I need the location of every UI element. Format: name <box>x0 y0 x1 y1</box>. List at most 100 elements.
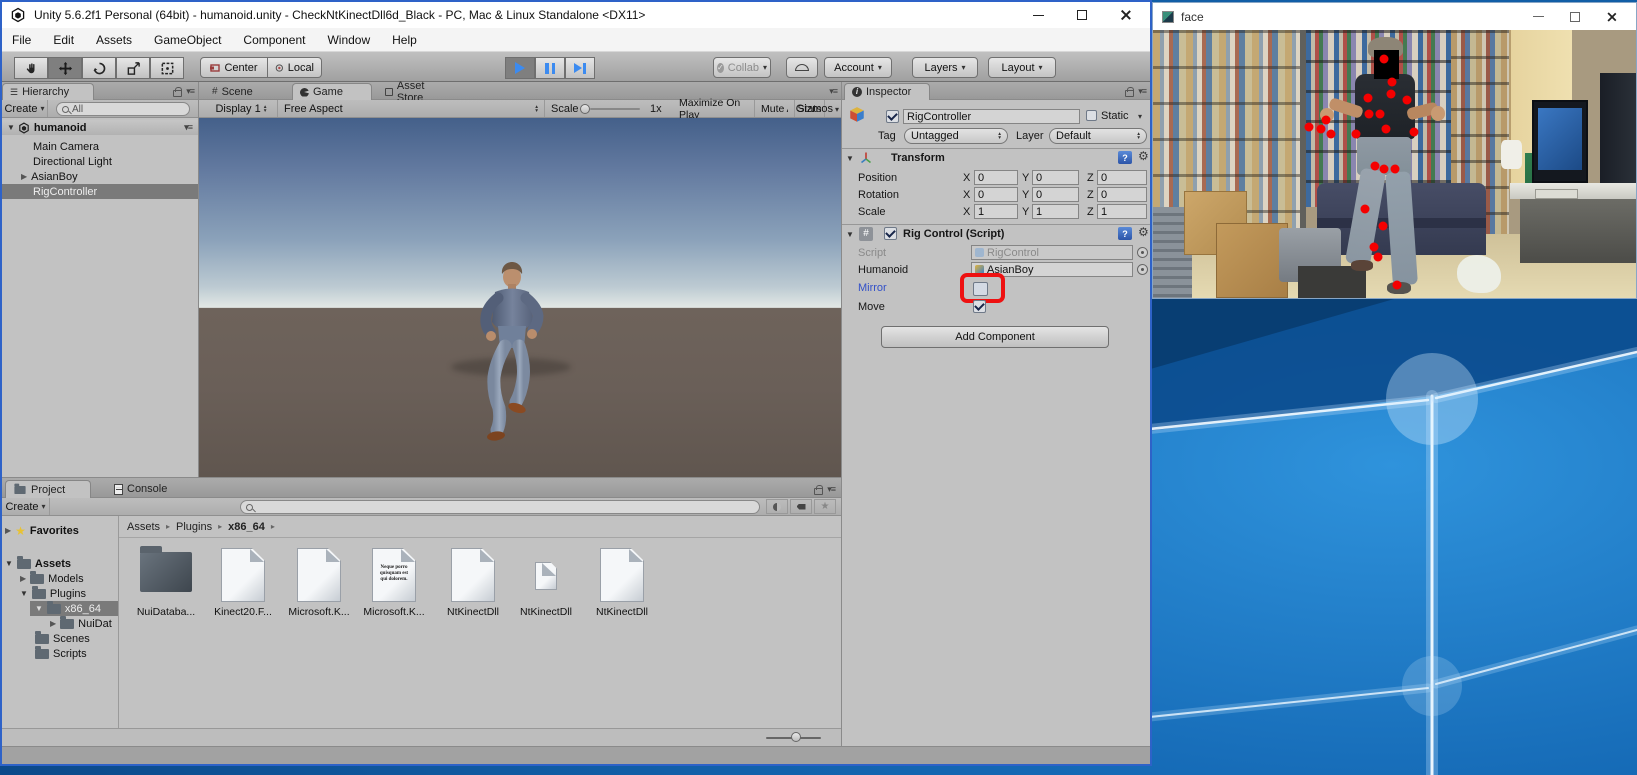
inspector-panel-menu[interactable]: ▾≡ <box>1125 86 1146 97</box>
scene-foldout-icon[interactable]: ▼ <box>7 123 15 132</box>
cloud-button[interactable] <box>786 57 818 78</box>
menu-window[interactable]: Window <box>327 33 370 47</box>
tab-project[interactable]: Project <box>5 480 91 498</box>
project-search-input[interactable] <box>240 500 760 514</box>
gear-icon[interactable]: ⚙ <box>1138 149 1149 163</box>
unity-maximize-button[interactable] <box>1060 2 1104 28</box>
scale-slider-knob[interactable] <box>580 104 590 114</box>
game-panel-menu[interactable]: ▾≡ <box>829 86 837 97</box>
humanoid-object-picker[interactable] <box>1137 264 1148 275</box>
scale-y-field[interactable]: 1 <box>1032 204 1079 219</box>
add-component-button[interactable]: Add Component <box>881 326 1109 348</box>
pause-button[interactable] <box>535 57 565 79</box>
hierarchy-item-rigcontroller[interactable]: RigController <box>2 184 198 199</box>
asset-ntkinectdll-file-3[interactable]: NtKinectDll <box>585 548 659 618</box>
hierarchy-item-directional-light[interactable]: Directional Light <box>2 154 198 169</box>
scale-x-field[interactable]: 1 <box>974 204 1018 219</box>
search-by-label-button[interactable] <box>790 499 812 514</box>
hand-tool-button[interactable] <box>14 57 48 79</box>
foldout-icon[interactable]: ▼ <box>5 559 13 568</box>
asset-nuidatabase-folder[interactable]: NuiDataba... <box>129 548 203 618</box>
step-button[interactable] <box>565 57 595 79</box>
move-tool-button[interactable] <box>48 57 82 79</box>
tree-models[interactable]: ▶ Models <box>20 571 84 586</box>
rotate-tool-button[interactable] <box>82 57 116 79</box>
static-dropdown-arrow[interactable]: ▾ <box>1138 112 1142 121</box>
breadcrumb-x86-64[interactable]: x86_64 <box>228 521 265 533</box>
scale-z-field[interactable]: 1 <box>1097 204 1147 219</box>
layers-dropdown[interactable]: Layers ▾ <box>912 57 978 78</box>
gear-icon[interactable]: ⚙ <box>1138 225 1149 239</box>
tree-nuidatabase[interactable]: ▶ NuiDat <box>50 616 112 631</box>
face-minimize-button[interactable] <box>1523 3 1553 30</box>
project-create-button[interactable]: Create ▾ <box>2 498 50 515</box>
menu-gameobject[interactable]: GameObject <box>154 33 221 47</box>
tab-inspector[interactable]: i Inspector <box>844 83 930 100</box>
rect-tool-button[interactable] <box>150 57 184 79</box>
asset-ntkinectdll-file-2[interactable]: NtKinectDll <box>509 548 583 618</box>
asset-microsoft-k-file-1[interactable]: Microsoft.K... <box>282 548 356 618</box>
pivot-toggle-button[interactable]: Center <box>200 57 268 78</box>
script-field[interactable]: RigControl <box>971 245 1133 260</box>
hierarchy-search-input[interactable]: All <box>56 102 190 116</box>
tree-x86-64[interactable]: ▼ x86_64 <box>35 601 101 616</box>
layer-dropdown[interactable]: Default ▴▾ <box>1049 128 1147 144</box>
thumbnail-size-slider-knob[interactable] <box>791 732 801 742</box>
tab-game[interactable]: Game <box>292 83 372 100</box>
gizmos-button[interactable]: Gizmos ▾ <box>796 101 839 117</box>
save-search-button[interactable]: ★ <box>814 499 836 514</box>
tab-console[interactable]: Console <box>107 480 181 498</box>
help-icon[interactable]: ? <box>1118 151 1132 164</box>
face-close-button[interactable] <box>1597 3 1627 30</box>
position-z-field[interactable]: 0 <box>1097 170 1147 185</box>
asset-microsoft-k-file-2[interactable]: Neque porro quisquam est qui dolorem. Mi… <box>357 548 431 618</box>
tab-hierarchy[interactable]: ☰ Hierarchy <box>2 83 94 100</box>
layout-dropdown[interactable]: Layout ▾ <box>988 57 1056 78</box>
menu-component[interactable]: Component <box>243 33 305 47</box>
mute-audio-toggle[interactable]: Mute Audio <box>755 100 795 117</box>
face-maximize-button[interactable] <box>1560 3 1590 30</box>
aspect-dropdown[interactable]: Free Aspect ▴▾ <box>278 100 545 117</box>
foldout-icon[interactable]: ▶ <box>5 526 11 535</box>
rig-control-foldout[interactable]: ▼ <box>846 230 854 239</box>
asset-ntkinectdll-file-1[interactable]: NtKinectDll <box>436 548 510 618</box>
account-dropdown[interactable]: Account ▾ <box>824 57 892 78</box>
transform-foldout[interactable]: ▼ <box>846 154 854 163</box>
project-panel-menu[interactable]: ▾≡ <box>814 484 835 495</box>
hierarchy-item-asianboy[interactable]: ▶ AsianBoy <box>2 169 198 184</box>
hierarchy-item-main-camera[interactable]: Main Camera <box>2 139 198 154</box>
tree-scripts[interactable]: Scripts <box>35 646 87 661</box>
rotation-z-field[interactable]: 0 <box>1097 187 1147 202</box>
menu-edit[interactable]: Edit <box>53 33 74 47</box>
rotation-y-field[interactable]: 0 <box>1032 187 1079 202</box>
foldout-icon[interactable]: ▼ <box>20 589 28 598</box>
menu-file[interactable]: File <box>12 33 31 47</box>
scale-slider-track[interactable] <box>590 108 640 110</box>
menu-assets[interactable]: Assets <box>96 33 132 47</box>
gameobject-active-checkbox[interactable] <box>886 110 899 123</box>
search-by-type-button[interactable] <box>766 499 788 514</box>
foldout-icon[interactable]: ▶ <box>20 574 26 583</box>
gameobject-name-field[interactable]: RigController <box>903 109 1080 124</box>
asset-kinect20-file[interactable]: Kinect20.F... <box>206 548 280 618</box>
static-checkbox[interactable] <box>1086 110 1097 121</box>
play-button[interactable] <box>505 57 535 79</box>
hierarchy-scene-row[interactable]: ▼ humanoid ▾≡ <box>2 120 198 135</box>
game-viewport[interactable] <box>199 118 841 477</box>
breadcrumb-assets[interactable]: Assets <box>127 521 160 533</box>
collab-button[interactable]: ✓ Collab ▾ <box>713 57 771 78</box>
move-checkbox[interactable] <box>973 300 986 313</box>
foldout-icon[interactable]: ▼ <box>35 604 43 613</box>
item-foldout-icon[interactable]: ▶ <box>21 172 27 181</box>
position-x-field[interactable]: 0 <box>974 170 1018 185</box>
script-object-picker[interactable] <box>1137 247 1148 258</box>
tree-plugins[interactable]: ▼ Plugins <box>20 586 86 601</box>
help-icon[interactable]: ? <box>1118 227 1132 240</box>
tree-assets[interactable]: ▼ Assets <box>5 556 71 571</box>
scene-menu-icon[interactable]: ▾≡ <box>184 122 192 133</box>
maximize-on-play-toggle[interactable]: Maximize On Play <box>673 100 755 117</box>
unity-minimize-button[interactable] <box>1016 2 1060 28</box>
rig-control-enabled-checkbox[interactable] <box>884 227 897 240</box>
foldout-icon[interactable]: ▶ <box>50 619 56 628</box>
rotation-x-field[interactable]: 0 <box>974 187 1018 202</box>
